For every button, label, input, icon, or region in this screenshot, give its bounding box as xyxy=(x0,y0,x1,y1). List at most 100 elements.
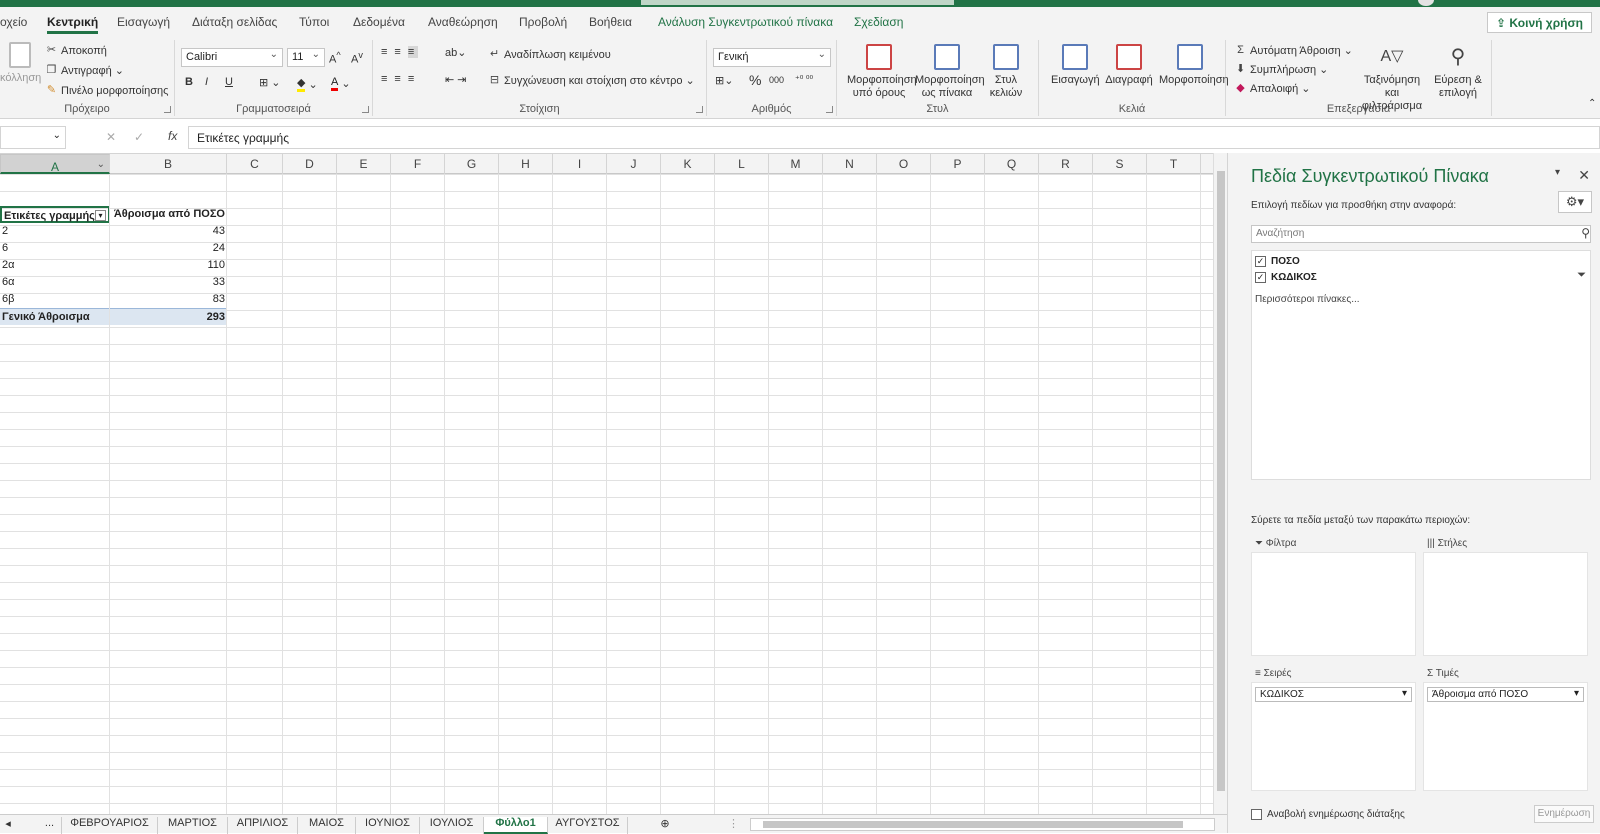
horizontal-scrollbar[interactable] xyxy=(750,818,1215,831)
values-field-chip[interactable]: Άθροισμα από ΠΟΣΟ xyxy=(1427,687,1584,702)
sheet-tab-active[interactable]: Φύλλο1 xyxy=(484,817,548,834)
comma-button[interactable]: 000 xyxy=(769,75,784,85)
column-header-t[interactable]: T xyxy=(1147,154,1201,174)
dialog-launcher-icon[interactable] xyxy=(362,106,369,113)
columns-area[interactable]: ||| Στήλες xyxy=(1423,536,1588,656)
checkbox-checked-icon[interactable]: ✓ xyxy=(1255,272,1266,283)
font-size-select[interactable]: 11 xyxy=(287,48,325,67)
bold-button[interactable]: B xyxy=(185,76,193,88)
orientation-button[interactable]: ab⌄ xyxy=(445,46,466,59)
field-search-input[interactable]: Αναζήτηση xyxy=(1251,225,1591,243)
search-icon[interactable]: ⚲ xyxy=(1581,226,1590,240)
tab-split-icon[interactable]: ⋮ xyxy=(728,817,739,834)
delete-cells-button[interactable]: Διαγραφή xyxy=(1103,44,1155,87)
format-cells-button[interactable]: Μορφοποίηση xyxy=(1159,44,1229,87)
tab-insert[interactable]: Εισαγωγή xyxy=(117,15,170,29)
font-name-select[interactable]: Calibri xyxy=(181,48,283,67)
cancel-icon[interactable]: ✕ xyxy=(106,130,116,144)
column-header-q[interactable]: Q xyxy=(985,154,1039,174)
tab-data[interactable]: Δεδομένα xyxy=(353,15,405,29)
vertical-scrollbar[interactable] xyxy=(1213,153,1227,814)
collapse-ribbon-button[interactable]: ⌃ xyxy=(1588,98,1596,109)
rows-drop-zone[interactable]: ΚΩΔΙΚΟΣ xyxy=(1251,682,1416,791)
checkbox-icon[interactable] xyxy=(1251,809,1262,820)
grow-font-button[interactable]: A^ xyxy=(329,50,341,66)
cell-styles-button[interactable]: Στυλ κελιών xyxy=(983,44,1029,100)
add-sheet-icon[interactable]: ⊕ xyxy=(656,817,674,834)
column-header-k[interactable]: K xyxy=(661,154,715,174)
values-drop-zone[interactable]: Άθροισμα από ΠΟΣΟ xyxy=(1423,682,1588,791)
tab-page-layout[interactable]: Διάταξη σελίδας xyxy=(192,15,277,29)
scroll-thumb[interactable] xyxy=(1217,171,1225,791)
dialog-launcher-icon[interactable] xyxy=(826,106,833,113)
find-select-button[interactable]: ⚲ Εύρεση & επιλογή xyxy=(1430,44,1486,100)
sheet-tab[interactable]: ΙΟΥΛΙΟΣ xyxy=(420,817,484,834)
tab-formulas[interactable]: Τύποι xyxy=(299,15,329,29)
sheet-tab[interactable]: ΙΟΥΝΙΟΣ xyxy=(356,817,420,834)
decimal-buttons[interactable]: ⁺⁰ ⁰⁰ xyxy=(795,74,813,85)
borders-button[interactable]: ⊞ ⌄ xyxy=(259,76,281,89)
paste-button[interactable]: κόλληση xyxy=(0,42,41,85)
tab-design[interactable]: Σχεδίαση xyxy=(854,15,903,29)
horizontal-align-buttons[interactable]: ≡ ≡ ≡ xyxy=(381,73,418,85)
worksheet-grid[interactable]: ABCDEFGHIJKLMNOPQRST Ετικέτες γραμμής▾ Ά… xyxy=(0,153,1213,814)
indent-buttons[interactable]: ⇤ ⇥ xyxy=(445,73,467,86)
pivot-row-label-header[interactable]: Ετικέτες γραμμής ▾ xyxy=(0,206,110,223)
underline-button[interactable]: U xyxy=(225,76,233,88)
column-header-f[interactable]: F xyxy=(391,154,445,174)
column-header-e[interactable]: E xyxy=(337,154,391,174)
copy-button[interactable]: ❐ Αντιγραφή ⌄ xyxy=(45,64,124,77)
insert-function-button[interactable]: fx xyxy=(168,129,177,143)
merge-center-button[interactable]: ⊟ Συγχώνευση και στοίχιση στο κέντρο ⌄ xyxy=(488,74,695,87)
filters-drop-zone[interactable] xyxy=(1251,552,1416,656)
rows-area[interactable]: ≡ Σειρές ΚΩΔΙΚΟΣ xyxy=(1251,666,1416,791)
column-header-j[interactable]: J xyxy=(607,154,661,174)
sheet-tab-more[interactable]: ... xyxy=(38,817,62,834)
column-header-p[interactable]: P xyxy=(931,154,985,174)
font-color-button[interactable]: A ⌄ xyxy=(331,76,351,91)
field-item[interactable]: ✓ ΚΩΔΙΚΟΣ xyxy=(1255,272,1317,283)
percent-button[interactable]: % xyxy=(749,72,761,88)
filter-dropdown-icon[interactable]: ▾ xyxy=(95,210,106,221)
column-header-d[interactable]: D xyxy=(283,154,337,174)
formula-input[interactable]: Ετικέτες γραμμής xyxy=(188,126,1600,149)
scroll-thumb[interactable] xyxy=(763,821,1183,828)
format-painter-button[interactable]: ✎ Πινέλο μορφοποίησης xyxy=(45,84,169,97)
values-area[interactable]: Σ Τιμές Άθροισμα από ΠΟΣΟ xyxy=(1423,666,1588,791)
column-header-m[interactable]: M xyxy=(769,154,823,174)
fill-color-button[interactable]: ◆ ⌄ xyxy=(297,76,318,92)
column-header-g[interactable]: G xyxy=(445,154,499,174)
column-header-r[interactable]: R xyxy=(1039,154,1093,174)
search-box[interactable] xyxy=(641,0,954,5)
dialog-launcher-icon[interactable] xyxy=(696,106,703,113)
checkbox-checked-icon[interactable]: ✓ xyxy=(1255,256,1266,267)
name-box[interactable]: ⌄ xyxy=(0,126,66,149)
autosum-button[interactable]: Σ Αυτόματη Άθροιση ⌄ xyxy=(1234,44,1353,57)
clear-button[interactable]: ◆ Απαλοιφή ⌄ xyxy=(1234,82,1310,95)
sheet-tab[interactable]: ΦΕΒΡΟΥΑΡΙΟΣ xyxy=(62,817,158,834)
rows-field-chip[interactable]: ΚΩΔΙΚΟΣ xyxy=(1255,687,1412,702)
shrink-font-button[interactable]: Av xyxy=(351,50,363,66)
column-header-c[interactable]: C xyxy=(227,154,283,174)
field-item[interactable]: ✓ ΠΟΣΟ xyxy=(1255,256,1300,267)
sheet-tab[interactable]: ΜΑΙΟΣ xyxy=(298,817,356,834)
tab-file[interactable]: οχείο xyxy=(0,15,27,29)
columns-drop-zone[interactable] xyxy=(1423,552,1588,656)
more-tables-link[interactable]: Περισσότεροι πίνακες... xyxy=(1255,294,1360,305)
insert-cells-button[interactable]: Εισαγωγή xyxy=(1051,44,1100,87)
tab-home[interactable]: Κεντρική xyxy=(47,15,99,34)
enter-icon[interactable]: ✓ xyxy=(134,130,144,144)
number-format-select[interactable]: Γενική xyxy=(713,48,831,67)
close-icon[interactable]: ✕ xyxy=(1578,167,1590,184)
vertical-align-buttons[interactable]: ≡ ≡ ≡ xyxy=(381,46,419,58)
filters-area[interactable]: ⏷ Φίλτρα xyxy=(1251,536,1416,656)
cut-button[interactable]: ✂ Αποκοπή xyxy=(45,44,107,57)
tab-help[interactable]: Βοήθεια xyxy=(589,15,632,29)
sheet-tab[interactable]: ΜΑΡΤΙΟΣ xyxy=(158,817,228,834)
column-header-i[interactable]: I xyxy=(553,154,607,174)
column-header-b[interactable]: B xyxy=(110,154,227,174)
tab-view[interactable]: Προβολή xyxy=(519,15,567,29)
filter-icon[interactable]: ⏷ xyxy=(1577,269,1586,282)
column-header-n[interactable]: N xyxy=(823,154,877,174)
italic-button[interactable]: I xyxy=(205,76,208,88)
